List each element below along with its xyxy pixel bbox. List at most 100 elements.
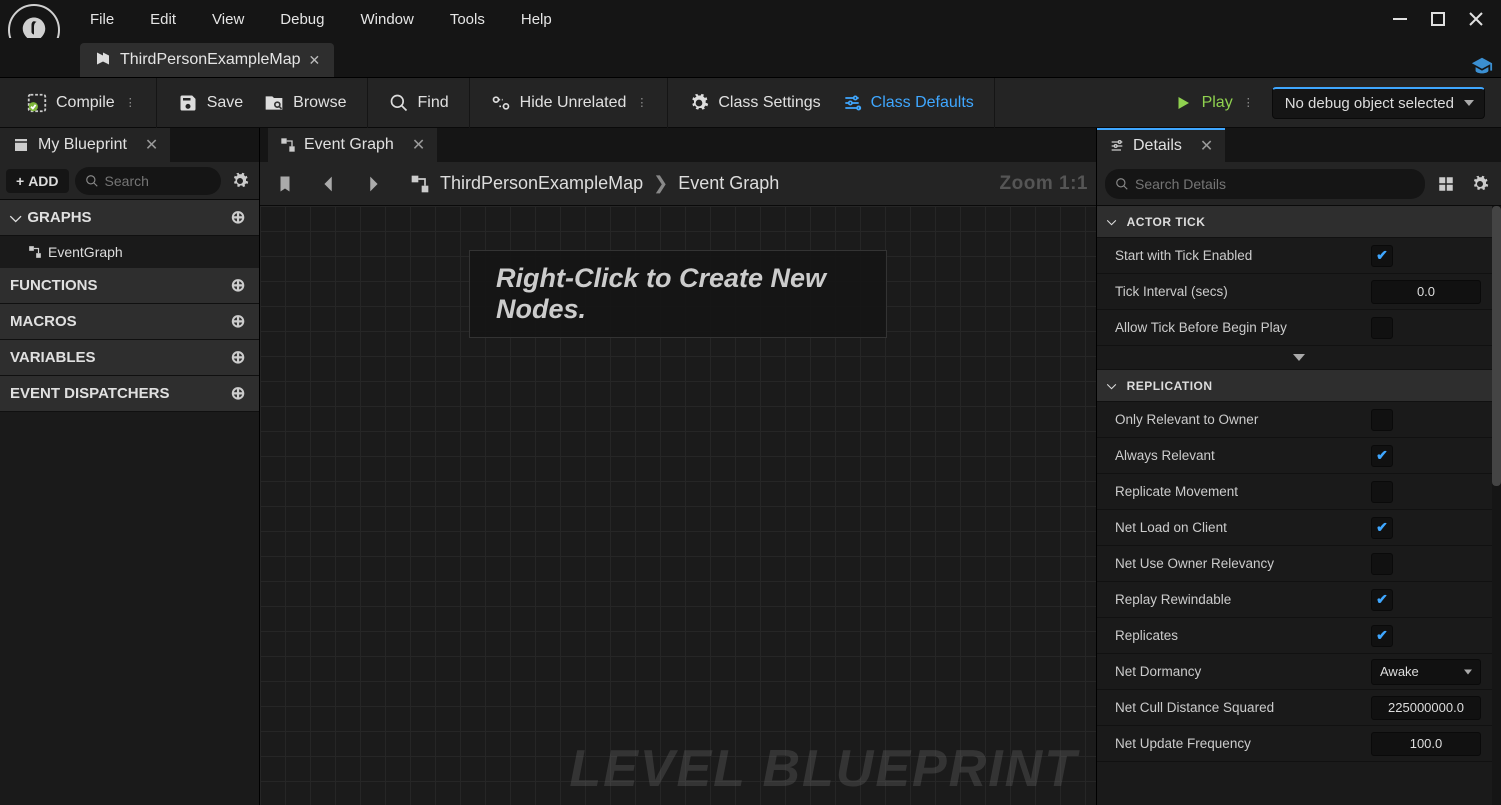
close-icon[interactable]: ✕ [309,52,321,69]
section-functions[interactable]: FUNCTIONS ⊕ [0,268,259,304]
category-actor-tick-label: ACTOR TICK [1127,215,1206,229]
prop-net-dormancy: Net Dormancy Awake [1097,654,1501,690]
blueprint-search-input[interactable] [105,173,211,189]
input-net-cull-dist[interactable] [1371,696,1481,720]
menu-debug[interactable]: Debug [262,5,342,34]
section-functions-label: FUNCTIONS [10,277,98,294]
chevron-down-icon: ⌵ [10,209,21,226]
prop-net-load-client: Net Load on Client [1097,510,1501,546]
category-actor-tick[interactable]: ⌵ ACTOR TICK [1097,206,1501,238]
chevron-down-icon[interactable]: ⋮ [636,96,647,109]
prop-start-tick: Start with Tick Enabled [1097,238,1501,274]
dropdown-net-dormancy[interactable]: Awake [1371,659,1481,685]
save-button[interactable]: Save [167,86,253,120]
grid-icon [1437,175,1455,193]
details-search-input[interactable] [1135,176,1415,192]
plus-icon: + [16,173,24,189]
chevron-down-icon[interactable]: ⋮ [1243,96,1254,109]
breadcrumb-leaf[interactable]: Event Graph [678,173,779,194]
section-macros[interactable]: MACROS ⊕ [0,304,259,340]
checkbox-allow-before-begin[interactable] [1371,317,1393,339]
add-function-button[interactable]: ⊕ [227,275,249,297]
graph-item-eventgraph[interactable]: EventGraph [0,236,259,268]
close-icon[interactable]: ✕ [412,135,425,155]
window-minimize-button[interactable] [1381,4,1419,34]
find-button[interactable]: Find [378,86,459,120]
checkbox-replay-rewindable[interactable] [1371,589,1393,611]
prop-label: Replicates [1115,628,1371,643]
details-search[interactable] [1105,169,1425,199]
zoom-readout: Zoom 1:1 [1000,173,1088,195]
graph-icon [280,137,296,153]
document-tab-title: ThirdPersonExampleMap [120,51,301,69]
window-close-button[interactable] [1457,4,1495,34]
add-macro-button[interactable]: ⊕ [227,311,249,333]
section-event-dispatchers[interactable]: EVENT DISPATCHERS ⊕ [0,376,259,412]
prop-tick-interval: Tick Interval (secs) [1097,274,1501,310]
play-button[interactable]: Play ⋮ [1162,86,1264,120]
menu-view[interactable]: View [194,5,262,34]
event-graph-tab[interactable]: Event Graph ✕ [268,128,437,162]
checkbox-net-use-owner[interactable] [1371,553,1393,575]
scrollbar-thumb[interactable] [1492,206,1501,486]
hide-unrelated-button[interactable]: Hide Unrelated ⋮ [480,86,658,120]
graph-canvas[interactable]: Right-Click to Create New Nodes. LEVEL B… [260,206,1096,805]
menu-edit[interactable]: Edit [132,5,194,34]
section-macros-label: MACROS [10,313,77,330]
window-maximize-button[interactable] [1419,4,1457,34]
play-icon [1172,92,1194,114]
category-replication[interactable]: ⌵ REPLICATION [1097,370,1501,402]
prop-net-cull-dist: Net Cull Distance Squared [1097,690,1501,726]
prop-label: Tick Interval (secs) [1115,284,1371,299]
chevron-down-icon[interactable]: ⋮ [125,96,136,109]
gear-icon [231,172,249,190]
search-icon [1115,177,1129,191]
breadcrumb-root[interactable]: ThirdPersonExampleMap [440,173,643,194]
menu-file[interactable]: File [72,5,132,34]
section-dispatchers-label: EVENT DISPATCHERS [10,385,169,402]
input-net-update-freq[interactable] [1371,732,1481,756]
menu-tools[interactable]: Tools [432,5,503,34]
input-tick-interval[interactable] [1371,280,1481,304]
compile-button[interactable]: Compile ⋮ [16,86,146,120]
menu-help[interactable]: Help [503,5,570,34]
add-dispatcher-button[interactable]: ⊕ [227,383,249,405]
class-settings-button[interactable]: Class Settings [678,86,830,120]
bookmark-button[interactable] [268,167,302,201]
menu-window[interactable]: Window [342,5,431,34]
checkbox-net-load-client[interactable] [1371,517,1393,539]
document-tab[interactable]: ThirdPersonExampleMap ✕ [80,43,334,77]
section-variables[interactable]: VARIABLES ⊕ [0,340,259,376]
details-scrollbar[interactable] [1492,206,1501,805]
expand-actor-tick[interactable] [1097,346,1501,370]
checkbox-replicates[interactable] [1371,625,1393,647]
tutorial-icon[interactable] [1471,55,1493,77]
sliders-icon [1109,138,1125,154]
details-tab[interactable]: Details ✕ [1097,128,1225,162]
nav-forward-button[interactable] [356,167,390,201]
blueprint-search[interactable] [75,167,221,195]
add-graph-button[interactable]: ⊕ [227,207,249,229]
prop-allow-before-begin: Allow Tick Before Begin Play [1097,310,1501,346]
nav-back-button[interactable] [312,167,346,201]
close-icon[interactable]: ✕ [1200,136,1213,156]
my-blueprint-tab[interactable]: My Blueprint ✕ [0,128,170,162]
add-variable-button[interactable]: ⊕ [227,347,249,369]
hide-unrelated-icon [490,92,512,114]
details-grid-button[interactable] [1433,171,1459,197]
debug-object-dropdown[interactable]: No debug object selected [1272,87,1485,119]
class-defaults-button[interactable]: Class Defaults [831,86,984,120]
section-graphs[interactable]: ⌵GRAPHS ⊕ [0,200,259,236]
add-button[interactable]: + ADD [6,169,69,193]
close-icon[interactable]: ✕ [145,135,158,155]
prop-replicate-movement: Replicate Movement [1097,474,1501,510]
blueprint-settings-button[interactable] [227,168,253,194]
checkbox-always-relevant[interactable] [1371,445,1393,467]
checkbox-replicate-movement[interactable] [1371,481,1393,503]
checkbox-start-tick[interactable] [1371,245,1393,267]
prop-label: Net Cull Distance Squared [1115,700,1371,715]
browse-button[interactable]: Browse [253,86,356,120]
checkbox-only-relevant-owner[interactable] [1371,409,1393,431]
details-settings-button[interactable] [1467,171,1493,197]
category-replication-label: REPLICATION [1127,379,1213,393]
